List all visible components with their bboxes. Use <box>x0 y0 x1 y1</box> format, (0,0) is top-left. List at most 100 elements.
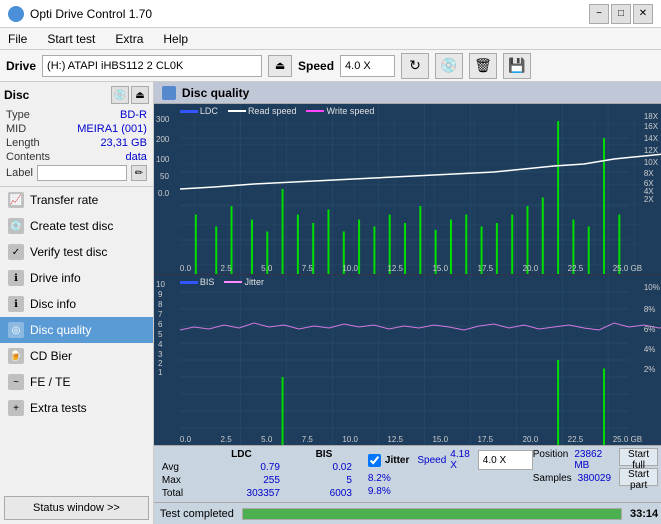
disc-label-input[interactable] <box>37 165 127 181</box>
sidebar-item-cd-bier[interactable]: 🍺 CD Bier <box>0 343 153 369</box>
speed-dropdown[interactable]: 4.0 X <box>478 450 533 470</box>
disc-contents-row: Contents data <box>4 150 149 164</box>
main-layout: Disc 💿 ⏏ Type BD-R MID MEIRA1 (001) Leng… <box>0 82 661 524</box>
svg-text:16X: 16X <box>644 122 659 131</box>
bottom-chart-xlabels: 0.0 2.5 5.0 7.5 10.0 12.5 15.0 17.5 20.0… <box>180 435 642 444</box>
avg-bis: 0.02 <box>288 461 360 474</box>
extra-tests-icon: + <box>8 400 24 416</box>
refresh-button[interactable]: ↻ <box>401 53 429 79</box>
disc-section-title: Disc <box>4 88 29 102</box>
menu-file[interactable]: File <box>4 30 31 48</box>
max-ldc: 255 <box>195 474 288 487</box>
drive-select[interactable]: (H:) ATAPI iHBS112 2 CL0K <box>42 55 262 77</box>
sidebar-item-transfer-rate[interactable]: 📈 Transfer rate <box>0 187 153 213</box>
sidebar-item-disc-info[interactable]: ℹ Disc info <box>0 291 153 317</box>
eject-button[interactable]: ⏏ <box>268 55 292 77</box>
speed-label: Speed <box>298 59 334 73</box>
avg-row: Avg 0.79 0.02 <box>160 461 360 474</box>
jitter-avg-row: 8.2% <box>368 472 470 485</box>
position-label: Position <box>533 449 569 471</box>
quality-header-icon <box>162 86 176 100</box>
start-part-button[interactable]: Start part <box>619 468 658 486</box>
menu-extra[interactable]: Extra <box>111 30 147 48</box>
svg-text:2X: 2X <box>644 195 654 204</box>
jitter-check-row: Jitter Speed 4.18 X <box>368 448 470 472</box>
title-bar: Opti Drive Control 1.70 − □ ✕ <box>0 0 661 28</box>
total-ldc: 303357 <box>195 487 288 500</box>
minimize-button[interactable]: − <box>589 4 609 24</box>
stats-table: LDC BIS Avg 0.79 0.02 Max 255 <box>160 448 360 500</box>
disc-info-icon: ℹ <box>8 296 24 312</box>
svg-text:200: 200 <box>156 135 170 144</box>
sidebar-item-disc-quality[interactable]: ◎ Disc quality <box>0 317 153 343</box>
menu-help[interactable]: Help <box>159 30 192 48</box>
create-disc-icon: 💿 <box>8 218 24 234</box>
svg-text:300: 300 <box>156 115 170 124</box>
status-window-button[interactable]: Status window >> <box>4 496 149 520</box>
disc-type-row: Type BD-R <box>4 108 149 122</box>
svg-text:0.0: 0.0 <box>158 189 170 198</box>
stats-row: LDC BIS Avg 0.79 0.02 Max 255 <box>154 446 661 502</box>
start-full-button[interactable]: Start full <box>619 448 658 466</box>
speed-number: 4.18 X <box>450 449 469 471</box>
svg-text:5: 5 <box>158 330 163 339</box>
svg-text:8X: 8X <box>644 169 654 178</box>
content-area: Disc quality LDC Read speed <box>154 82 661 524</box>
sidebar-item-extra-tests[interactable]: + Extra tests <box>0 395 153 421</box>
sidebar: Disc 💿 ⏏ Type BD-R MID MEIRA1 (001) Leng… <box>0 82 154 524</box>
top-chart-xlabels: 0.0 2.5 5.0 7.5 10.0 12.5 15.0 17.5 20.0… <box>180 264 642 273</box>
sidebar-item-fe-te[interactable]: ~ FE / TE <box>0 369 153 395</box>
ldc-header: LDC <box>195 448 288 461</box>
progress-row: Test completed 33:14 <box>154 502 661 524</box>
progress-time: 33:14 <box>630 508 658 520</box>
total-row: Total 303357 6003 <box>160 487 360 500</box>
sidebar-item-drive-info[interactable]: ℹ Drive info <box>0 265 153 291</box>
bottom-chart: BIS Jitter <box>154 274 661 445</box>
disc-eject-btn[interactable]: ⏏ <box>131 86 149 104</box>
erase-button[interactable]: 🗑 <box>469 53 497 79</box>
svg-text:4: 4 <box>158 340 163 349</box>
samples-row: Samples 380029 <box>533 472 611 485</box>
svg-text:4%: 4% <box>644 345 656 354</box>
action-buttons: Start full Start part <box>619 448 658 486</box>
bottom-chart-legend: BIS Jitter <box>180 277 264 287</box>
svg-text:6: 6 <box>158 320 163 329</box>
top-chart: LDC Read speed Write speed <box>154 104 661 274</box>
sidebar-item-verify-test-disc[interactable]: ✓ Verify test disc <box>0 239 153 265</box>
jitter-avg-val: 8.2% <box>368 473 391 484</box>
maximize-button[interactable]: □ <box>611 4 631 24</box>
svg-text:50: 50 <box>160 172 169 181</box>
disc-button[interactable]: 💿 <box>435 53 463 79</box>
jitter-max-row: 9.8% <box>368 485 470 498</box>
menu-bar: File Start test Extra Help <box>0 28 661 50</box>
drive-info-icon: ℹ <box>8 270 24 286</box>
position-val: 23862 MB <box>574 449 611 471</box>
svg-text:18X: 18X <box>644 112 659 121</box>
disc-section: Disc 💿 ⏏ Type BD-R MID MEIRA1 (001) Leng… <box>0 82 153 187</box>
samples-val: 380029 <box>578 473 611 484</box>
avg-ldc: 0.79 <box>195 461 288 474</box>
verify-disc-icon: ✓ <box>8 244 24 260</box>
sidebar-item-create-test-disc[interactable]: 💿 Create test disc <box>0 213 153 239</box>
total-bis: 6003 <box>288 487 360 500</box>
jitter-max-val: 9.8% <box>368 486 391 497</box>
menu-start-test[interactable]: Start test <box>43 30 99 48</box>
max-label: Max <box>160 474 195 487</box>
svg-text:10: 10 <box>156 280 165 289</box>
svg-text:8: 8 <box>158 300 163 309</box>
bottom-chart-svg: 10 9 8 7 6 5 4 3 2 1 10% 8% 6% 4% 2% <box>154 275 661 445</box>
sidebar-menu: 📈 Transfer rate 💿 Create test disc ✓ Ver… <box>0 187 153 421</box>
bis-header: BIS <box>288 448 360 461</box>
samples-label: Samples <box>533 473 572 484</box>
speed-select[interactable]: 4.0 X <box>340 55 395 77</box>
transfer-rate-icon: 📈 <box>8 192 24 208</box>
fe-te-icon: ~ <box>8 374 24 390</box>
total-label: Total <box>160 487 195 500</box>
close-button[interactable]: ✕ <box>633 4 653 24</box>
speed-dropdown-area: 4.0 X <box>478 448 533 470</box>
label-edit-btn[interactable]: ✏ <box>131 165 147 181</box>
save-button[interactable]: 💾 <box>503 53 531 79</box>
disc-icon-btn[interactable]: 💿 <box>111 86 129 104</box>
drive-label: Drive <box>6 59 36 73</box>
jitter-checkbox[interactable] <box>368 454 381 467</box>
